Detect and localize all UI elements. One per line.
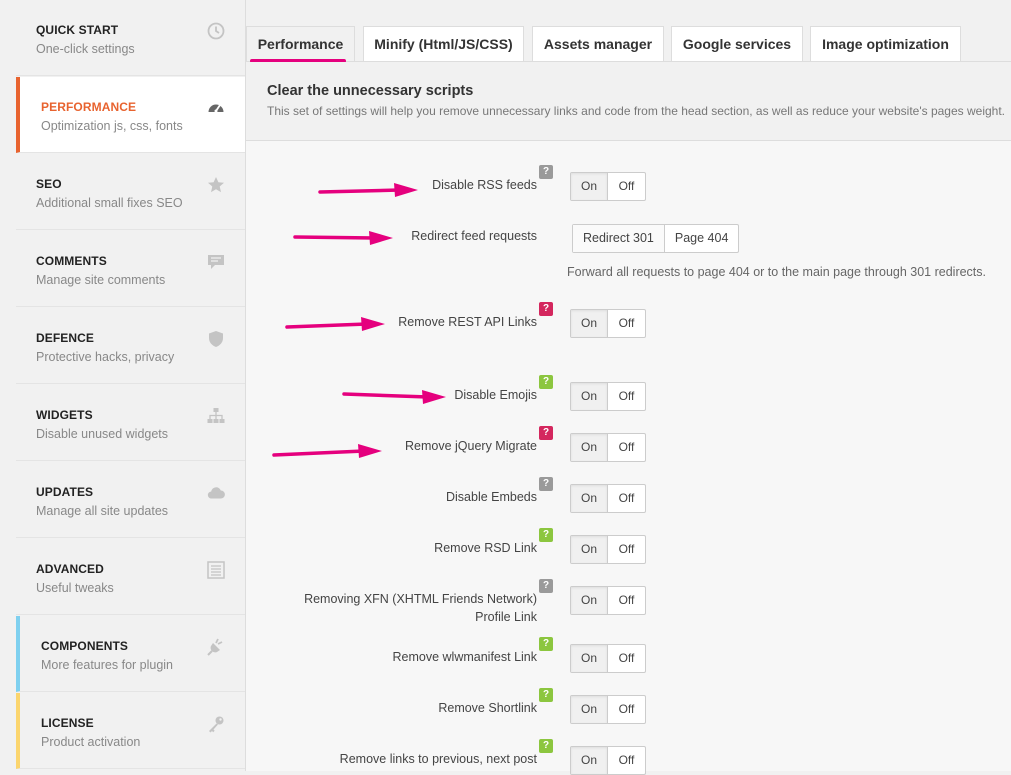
dashboard-icon [207,99,225,117]
toggle-off-button[interactable]: Off [608,645,645,672]
toggle-on-button[interactable]: On [571,383,608,410]
help-icon[interactable]: ? [539,739,553,753]
redirect-feed-selector: Redirect 301 Page 404 [572,224,740,253]
toggle-on-button[interactable]: On [571,434,608,461]
sidebar-item-quick-start[interactable]: QUICK START One-click settings [16,0,245,76]
toggle-on-button[interactable]: On [571,587,608,614]
annotation-arrow-icon [318,183,418,197]
sidebar: QUICK START One-click settings PERFORMAN… [16,0,245,771]
toggle-on-button[interactable]: On [571,645,608,672]
sidebar-item-subtitle: Disable unused widgets [36,427,169,441]
sidebar-item-license[interactable]: LICENSE Product activation [16,693,245,769]
toggle-off-button[interactable]: Off [608,536,645,563]
sidebar-item-subtitle: More features for plugin [41,658,174,672]
toggle-off-button[interactable]: Off [608,485,645,512]
help-icon[interactable]: ? [539,688,553,702]
page-404-button[interactable]: Page 404 [665,225,739,252]
sidebar-item-defence[interactable]: DEFENCE Protective hacks, privacy [16,308,245,384]
section-description: This set of settings will help you remov… [267,104,1006,118]
annotation-arrow-icon [285,317,385,331]
annotation-arrow-icon [342,390,446,404]
sidebar-item-subtitle: Optimization js, css, fonts [41,119,183,133]
help-icon[interactable]: ? [539,302,553,316]
toggle-on-button[interactable]: On [571,747,608,774]
setting-label: Remove wlwmanifest Link [392,650,538,664]
tab-performance[interactable]: Performance [246,26,355,61]
help-icon[interactable]: ? [539,637,553,651]
toggle-remove-rest-api: On Off [570,309,646,338]
tab-minify[interactable]: Minify (Html/JS/CSS) [363,26,524,61]
toggle-off-button[interactable]: Off [608,747,645,774]
toggle-remove-shortlink: On Off [570,695,646,724]
setting-label: Remove REST API Links [398,315,537,329]
sidebar-item-performance[interactable]: PERFORMANCE Optimization js, css, fonts [16,77,245,153]
help-icon[interactable]: ? [539,165,553,179]
annotation-arrow-icon [272,444,382,458]
sidebar-item-subtitle: Protective hacks, privacy [36,350,175,364]
sidebar-item-subtitle: Additional small fixes SEO [36,196,183,210]
plug-icon [207,638,225,656]
sitemap-icon [207,407,225,425]
setting-label: Removing XFN (XHTML Friends Network) Pro… [237,590,537,626]
star-icon [207,176,225,194]
toggle-remove-jquery-migrate: On Off [570,433,646,462]
section-title: Clear the unnecessary scripts [267,83,474,99]
toggle-on-button[interactable]: On [571,696,608,723]
toggle-on-button[interactable]: On [571,310,608,337]
setting-label: Remove Shortlink [438,701,537,715]
toggle-disable-embeds: On Off [570,484,646,513]
clock-icon [207,22,225,40]
key-icon [207,715,225,733]
sidebar-item-subtitle: Useful tweaks [36,581,114,595]
sidebar-item-comments[interactable]: COMMENTS Manage site comments [16,231,245,307]
sidebar-item-subtitle: Product activation [41,735,141,749]
setting-label: Remove links to previous, next post [339,752,537,766]
setting-label-line-2: Profile Link [475,610,537,624]
redirect-301-button[interactable]: Redirect 301 [573,225,665,252]
toggle-remove-xfn: On Off [570,586,646,615]
toggle-off-button[interactable]: Off [608,434,645,461]
help-icon[interactable]: ? [539,375,553,389]
toggle-off-button[interactable]: Off [608,587,645,614]
toggle-disable-rss: On Off [570,172,646,201]
help-icon[interactable]: ? [539,477,553,491]
toggle-off-button[interactable]: Off [608,696,645,723]
redirect-feed-hint: Forward all requests to page 404 or to t… [567,265,987,279]
sidebar-item-subtitle: Manage all site updates [36,504,169,518]
tab-image-optimization[interactable]: Image optimization [810,26,961,61]
shield-icon [207,330,225,348]
sidebar-item-components[interactable]: COMPONENTS More features for plugin [16,616,245,692]
list-icon [207,561,225,579]
comment-icon [207,253,225,271]
sidebar-item-updates[interactable]: UPDATES Manage all site updates [16,462,245,538]
help-icon[interactable]: ? [539,579,553,593]
sidebar-item-advanced[interactable]: ADVANCED Useful tweaks [16,539,245,615]
sidebar-item-subtitle: Manage site comments [36,273,166,287]
sidebar-item-subtitle: One-click settings [36,42,135,56]
setting-label: Disable Embeds [445,490,537,504]
toggle-on-button[interactable]: On [571,536,608,563]
sidebar-item-seo[interactable]: SEO Additional small fixes SEO [16,154,245,230]
tab-assets-manager[interactable]: Assets manager [532,26,664,61]
annotation-arrow-icon [293,231,393,245]
toggle-on-button[interactable]: On [571,173,608,200]
toggle-on-button[interactable]: On [571,485,608,512]
setting-label: Remove RSD Link [434,541,537,555]
section-header: Clear the unnecessary scripts This set o… [246,62,1011,141]
toggle-disable-emojis: On Off [570,382,646,411]
help-icon[interactable]: ? [539,426,553,440]
help-icon[interactable]: ? [539,528,553,542]
toggle-remove-rsd-link: On Off [570,535,646,564]
toggle-off-button[interactable]: Off [608,310,645,337]
sidebar-item-widgets[interactable]: WIDGETS Disable unused widgets [16,385,245,461]
cloud-icon [207,484,225,502]
toggle-off-button[interactable]: Off [608,173,645,200]
tab-google-services[interactable]: Google services [671,26,803,61]
setting-label-line-1: Removing XFN (XHTML Friends Network) [304,592,537,606]
toggle-remove-wlwmanifest: On Off [570,644,646,673]
toggle-off-button[interactable]: Off [608,383,645,410]
